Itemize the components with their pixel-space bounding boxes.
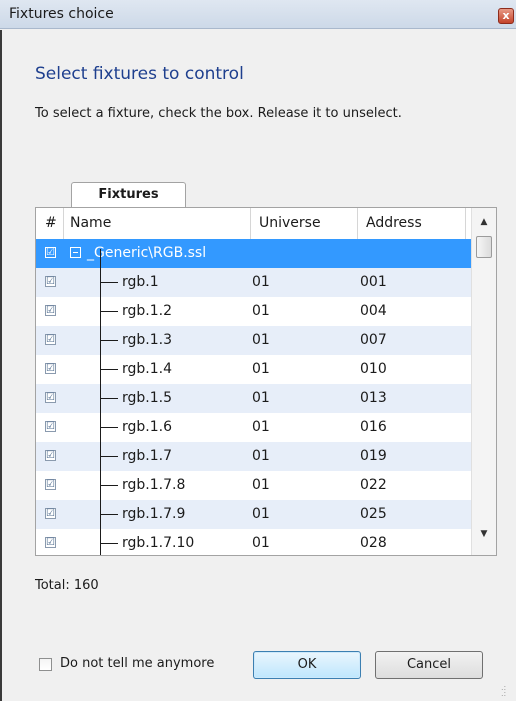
vertical-scrollbar[interactable]: ▲ ▼ <box>471 208 496 555</box>
table-row[interactable]: ☑ rgb.1.7.8 01 022 <box>36 471 471 500</box>
fixture-name: rgb.1 <box>122 274 159 290</box>
tree-branch <box>100 340 118 341</box>
fixture-universe: 01 <box>252 303 270 319</box>
tree-line <box>100 249 101 555</box>
tree-branch <box>100 369 118 370</box>
fixture-address: 022 <box>360 477 387 493</box>
row-checkbox[interactable]: ☑ <box>45 392 56 403</box>
close-icon: x <box>502 9 510 22</box>
row-checkbox[interactable]: ☑ <box>45 334 56 345</box>
tree-branch <box>100 427 118 428</box>
table-row[interactable]: ☑ rgb.1.3 01 007 <box>36 326 471 355</box>
scroll-up-icon[interactable]: ▲ <box>472 208 496 236</box>
fixture-address: 028 <box>360 535 387 551</box>
dont-tell-label: Do not tell me anymore <box>60 656 215 671</box>
dialog-instructions: To select a fixture, check the box. Rele… <box>35 106 402 121</box>
group-checkbox[interactable]: ☑ <box>45 247 56 258</box>
resize-grip-icon[interactable]: .:.: <box>501 684 513 698</box>
table-row[interactable]: ☑ rgb.1.4 01 010 <box>36 355 471 384</box>
table-row[interactable]: ☑ rgb.1.6 01 016 <box>36 413 471 442</box>
scroll-down-icon[interactable]: ▼ <box>472 520 496 548</box>
column-header-number[interactable]: # <box>36 208 64 239</box>
scroll-thumb[interactable] <box>476 236 492 258</box>
fixture-universe: 01 <box>252 332 270 348</box>
title-bar[interactable]: Fixtures choice x <box>0 0 516 29</box>
window-title: Fixtures choice <box>9 6 114 22</box>
fixture-name: rgb.1.7 <box>122 448 172 464</box>
tree-branch <box>100 543 118 544</box>
fixture-universe: 01 <box>252 390 270 406</box>
fixture-address: 001 <box>360 274 387 290</box>
cancel-button[interactable]: Cancel <box>375 651 483 679</box>
table-row[interactable]: ☑ rgb.1 01 001 <box>36 268 471 297</box>
table-row[interactable]: ☑ rgb.1.5 01 013 <box>36 384 471 413</box>
fixture-name: rgb.1.7.8 <box>122 477 186 493</box>
tree-branch <box>100 311 118 312</box>
dialog-heading: Select fixtures to control <box>35 64 244 84</box>
checkbox-box[interactable] <box>39 658 52 671</box>
fixture-universe: 01 <box>252 419 270 435</box>
group-name: _Generic\RGB.ssl <box>87 245 207 261</box>
row-checkbox[interactable]: ☑ <box>45 479 56 490</box>
fixture-address: 025 <box>360 506 387 522</box>
tree-branch <box>100 485 118 486</box>
row-checkbox[interactable]: ☑ <box>45 508 56 519</box>
tree-branch <box>100 398 118 399</box>
fixture-name: rgb.1.2 <box>122 303 172 319</box>
tab-strip: Fixtures <box>35 182 497 208</box>
window-edge <box>0 30 2 701</box>
row-checkbox[interactable]: ☑ <box>45 305 56 316</box>
fixture-universe: 01 <box>252 361 270 377</box>
grid-header: # Name Universe Address <box>36 208 471 240</box>
fixture-universe: 01 <box>252 506 270 522</box>
fixture-address: 004 <box>360 303 387 319</box>
tab-fixtures[interactable]: Fixtures <box>71 182 186 208</box>
fixture-universe: 01 <box>252 274 270 290</box>
table-row[interactable]: ☑ rgb.1.7.9 01 025 <box>36 500 471 529</box>
row-checkbox[interactable]: ☑ <box>45 537 56 548</box>
fixture-address: 010 <box>360 361 387 377</box>
fixture-address: 013 <box>360 390 387 406</box>
group-row[interactable]: ☑ _Generic\RGB.ssl <box>36 239 471 268</box>
tree-branch <box>100 514 118 515</box>
fixtures-panel: # Name Universe Address ☑ _Generic\RGB.s… <box>35 207 497 556</box>
total-count: Total: 160 <box>35 578 99 593</box>
row-checkbox[interactable]: ☑ <box>45 276 56 287</box>
row-checkbox[interactable]: ☑ <box>45 421 56 432</box>
column-header-name[interactable]: Name <box>64 208 251 239</box>
fixture-name: rgb.1.7.10 <box>122 535 195 551</box>
row-checkbox[interactable]: ☑ <box>45 450 56 461</box>
fixture-name: rgb.1.6 <box>122 419 172 435</box>
fixture-universe: 01 <box>252 535 270 551</box>
fixture-name: rgb.1.4 <box>122 361 172 377</box>
collapse-icon[interactable] <box>70 247 81 258</box>
fixture-name: rgb.1.7.9 <box>122 506 186 522</box>
fixtures-list: ☑ _Generic\RGB.ssl ☑ rgb.1 01 001 ☑ rgb.… <box>36 239 471 555</box>
fixture-name: rgb.1.3 <box>122 332 172 348</box>
table-row[interactable]: ☑ rgb.1.7 01 019 <box>36 442 471 471</box>
table-row[interactable]: ☑ rgb.1.2 01 004 <box>36 297 471 326</box>
column-header-address[interactable]: Address <box>358 208 466 239</box>
row-checkbox[interactable]: ☑ <box>45 363 56 374</box>
fixture-universe: 01 <box>252 477 270 493</box>
tree-branch <box>100 282 118 283</box>
close-button[interactable]: x <box>498 8 514 24</box>
fixture-address: 019 <box>360 448 387 464</box>
table-row[interactable]: ☑ rgb.1.7.10 01 028 <box>36 529 471 555</box>
tree-branch <box>100 456 118 457</box>
column-header-universe[interactable]: Universe <box>251 208 358 239</box>
fixture-name: rgb.1.5 <box>122 390 172 406</box>
fixture-address: 007 <box>360 332 387 348</box>
fixture-universe: 01 <box>252 448 270 464</box>
ok-button[interactable]: OK <box>253 651 361 679</box>
fixture-address: 016 <box>360 419 387 435</box>
